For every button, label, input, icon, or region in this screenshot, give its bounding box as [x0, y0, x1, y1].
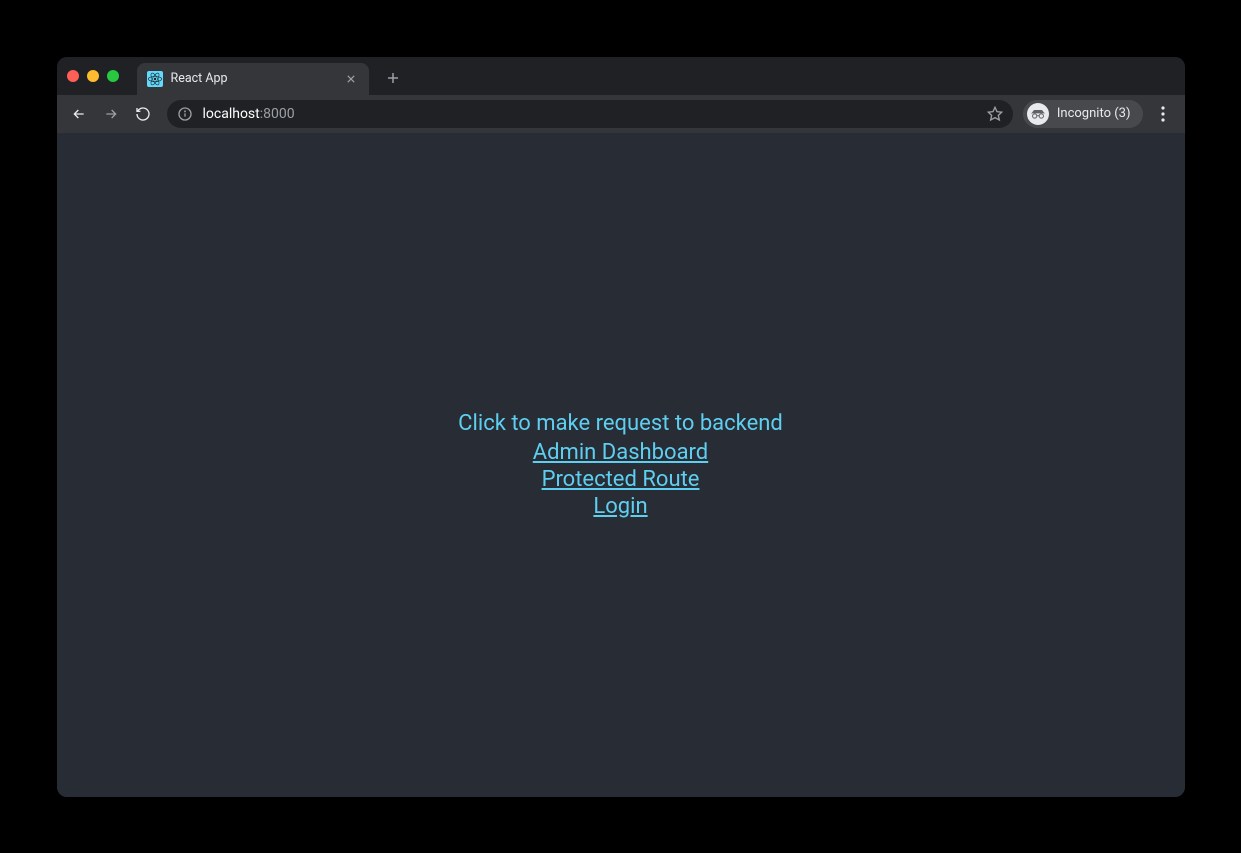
tab-bar: React App	[57, 57, 1185, 95]
star-icon	[987, 106, 1003, 122]
window-controls	[67, 70, 119, 82]
url-port: :8000	[260, 106, 295, 122]
plus-icon	[387, 72, 399, 84]
close-window-button[interactable]	[67, 70, 79, 82]
reload-button[interactable]	[129, 100, 157, 128]
page-viewport: Click to make request to backend Admin D…	[57, 133, 1185, 797]
toolbar: localhost:8000 Incognito (3)	[57, 95, 1185, 133]
reload-icon	[135, 106, 151, 122]
page-heading: Click to make request to backend	[458, 411, 783, 436]
back-button[interactable]	[65, 100, 93, 128]
protected-route-link[interactable]: Protected Route	[542, 467, 700, 492]
react-icon	[147, 71, 163, 87]
browser-tab[interactable]: React App	[137, 63, 369, 95]
new-tab-button[interactable]	[379, 64, 407, 92]
url-host: localhost	[203, 106, 260, 122]
close-icon	[347, 75, 355, 83]
arrow-left-icon	[71, 106, 87, 122]
incognito-icon	[1027, 103, 1049, 125]
maximize-window-button[interactable]	[107, 70, 119, 82]
address-bar[interactable]: localhost:8000	[167, 100, 1013, 128]
login-link[interactable]: Login	[593, 494, 647, 519]
minimize-window-button[interactable]	[87, 70, 99, 82]
arrow-right-icon	[103, 106, 119, 122]
info-icon	[177, 106, 193, 122]
incognito-indicator[interactable]: Incognito (3)	[1023, 100, 1143, 128]
browser-window: React App	[57, 57, 1185, 797]
tab-title: React App	[171, 71, 343, 86]
url-text: localhost:8000	[203, 106, 977, 122]
admin-dashboard-link[interactable]: Admin Dashboard	[533, 440, 708, 465]
forward-button[interactable]	[97, 100, 125, 128]
incognito-label: Incognito (3)	[1057, 106, 1131, 121]
menu-button[interactable]	[1149, 100, 1177, 128]
close-tab-button[interactable]	[343, 71, 359, 87]
kebab-icon	[1161, 106, 1165, 122]
bookmark-button[interactable]	[987, 106, 1003, 122]
site-info-icon[interactable]	[177, 106, 193, 122]
